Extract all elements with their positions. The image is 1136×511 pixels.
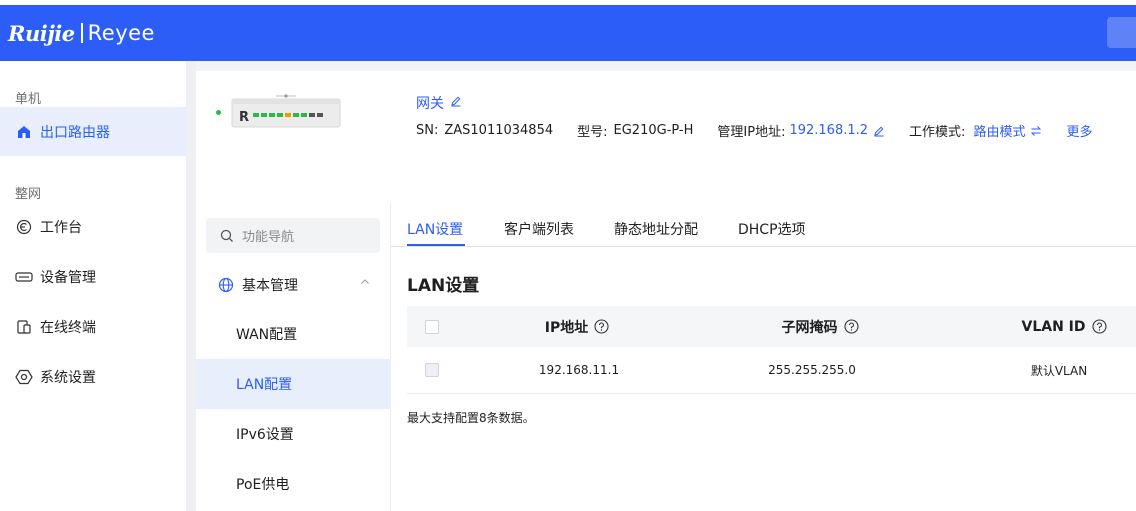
top-bar: Ruijie Reyee (0, 0, 1136, 61)
device-info-line: SN: ZAS1011034854 型号: EG210G-P-H 管理IP地址:… (416, 121, 1092, 140)
sidebar: 单机 出口路由器 整网 工作台 设备管理 在线终端 系统设置 (0, 61, 186, 511)
function-nav: 功能导航 基本管理 WAN配置 LAN配置 IPv6设置 PoE供电 (196, 203, 391, 511)
edit-ip-icon[interactable] (873, 125, 885, 137)
sidebar-item-settings[interactable]: 系统设置 (0, 352, 186, 401)
content-panel: LAN设置 客户端列表 静态地址分配 DHCP选项 LAN设置 IP地址 子网掩… (391, 203, 1136, 511)
nav-item-ipv6[interactable]: IPv6设置 (196, 409, 391, 459)
nav-item-poe[interactable]: PoE供电 (196, 459, 391, 509)
globe-icon (218, 277, 234, 293)
table-header: IP地址 子网掩码 VLAN ID (407, 306, 1136, 347)
cell-ip: 192.168.11.1 (538, 363, 620, 377)
active-tab-indicator (407, 244, 465, 246)
tab-client-list[interactable]: 客户端列表 (504, 219, 574, 239)
logo-divider (80, 23, 83, 43)
switch-mode-icon[interactable] (1030, 125, 1042, 137)
sidebar-item-label: 系统设置 (40, 369, 96, 386)
header-mask: 子网掩码 (720, 306, 920, 347)
select-all-checkbox[interactable] (425, 319, 439, 334)
header-vlan: VLAN ID (964, 306, 1136, 347)
header-checkbox-cell (407, 306, 457, 347)
router-device-image: R (230, 93, 342, 129)
section-title: LAN设置 (407, 276, 480, 296)
device-name-text: 网关 (416, 96, 444, 112)
sidebar-item-label: 设备管理 (40, 269, 96, 286)
dashboard-icon (15, 218, 33, 236)
device-name[interactable]: 网关 (416, 93, 462, 113)
sidebar-item-label: 在线终端 (40, 319, 96, 336)
sidebar-item-dashboard[interactable]: 工作台 (0, 202, 186, 251)
table-row[interactable]: 192.168.11.1 255.255.255.0 默认VLAN (407, 347, 1136, 394)
model-value: EG210G-P-H (613, 123, 694, 138)
brand-logo: Ruijie Reyee (8, 18, 155, 48)
mode-value-link[interactable]: 路由模式 (973, 121, 1025, 140)
sn-value: ZAS1011034854 (444, 123, 554, 138)
sidebar-item-label: 出口路由器 (40, 124, 110, 141)
ip-value-link[interactable]: 192.168.1.2 (789, 123, 868, 138)
sidebar-group-single: 单机 (15, 92, 42, 107)
terminal-icon (15, 318, 33, 336)
search-placeholder: 功能导航 (242, 230, 295, 245)
nav-group-basic[interactable]: 基本管理 (218, 274, 378, 296)
tab-dhcp-options[interactable]: DHCP选项 (738, 219, 806, 239)
cell-vlan: 默认VLAN (1030, 363, 1088, 378)
sidebar-item-router[interactable]: 出口路由器 (0, 107, 186, 156)
logo-sub: Reyee (87, 21, 155, 45)
sidebar-item-devices[interactable]: 设备管理 (0, 252, 186, 301)
tab-static-allocation[interactable]: 静态地址分配 (614, 219, 698, 239)
help-icon[interactable] (594, 319, 609, 334)
sidebar-group-network: 整网 (15, 187, 42, 202)
lan-table: IP地址 子网掩码 VLAN ID 192.168.11.1 255.255.2… (407, 306, 1136, 394)
header-mask-label: 子网掩码 (781, 319, 838, 336)
layout-gap (186, 61, 196, 511)
help-icon[interactable] (843, 319, 859, 334)
online-status-dot (216, 110, 221, 115)
row-checkbox-cell (407, 347, 457, 393)
chevron-up-icon[interactable] (360, 277, 370, 287)
header-vlan-label: VLAN ID (1021, 318, 1086, 335)
sidebar-item-label: 工作台 (40, 219, 82, 236)
sidebar-item-terminals[interactable]: 在线终端 (0, 302, 186, 351)
search-icon (220, 229, 234, 243)
header-ip: IP地址 (477, 306, 677, 347)
function-search-input[interactable]: 功能导航 (206, 218, 380, 253)
svg-text:R: R (239, 110, 249, 125)
cell-mask: 255.255.255.0 (768, 363, 856, 377)
sn-label: SN: (416, 123, 439, 138)
nav-group-label: 基本管理 (242, 278, 298, 294)
nav-item-lan[interactable]: LAN配置 (196, 359, 391, 409)
more-link[interactable]: 更多 (1066, 121, 1092, 140)
settings-icon (15, 368, 33, 386)
tab-lan-settings[interactable]: LAN设置 (407, 219, 463, 239)
max-entries-note: 最大支持配置8条数据。 (407, 411, 535, 425)
help-icon[interactable] (1091, 319, 1107, 334)
header-ip-label: IP地址 (544, 319, 589, 336)
ip-label: 管理IP地址: (717, 125, 786, 140)
device-icon (15, 268, 33, 286)
top-strip (0, 0, 1136, 5)
logo-main: Ruijie (8, 20, 75, 46)
row-checkbox[interactable] (425, 363, 439, 377)
top-right-button[interactable] (1107, 17, 1136, 48)
home-icon (15, 123, 33, 141)
device-card: R 网关 SN: ZAS1011034854 型号: EG210G-P-H 管理… (196, 71, 1136, 157)
tab-bar: LAN设置 客户端列表 静态地址分配 DHCP选项 (391, 203, 1136, 247)
mode-label: 工作模式: (909, 125, 966, 140)
edit-icon[interactable] (450, 95, 462, 111)
model-label: 型号: (577, 125, 608, 140)
nav-item-wan[interactable]: WAN配置 (196, 309, 391, 359)
